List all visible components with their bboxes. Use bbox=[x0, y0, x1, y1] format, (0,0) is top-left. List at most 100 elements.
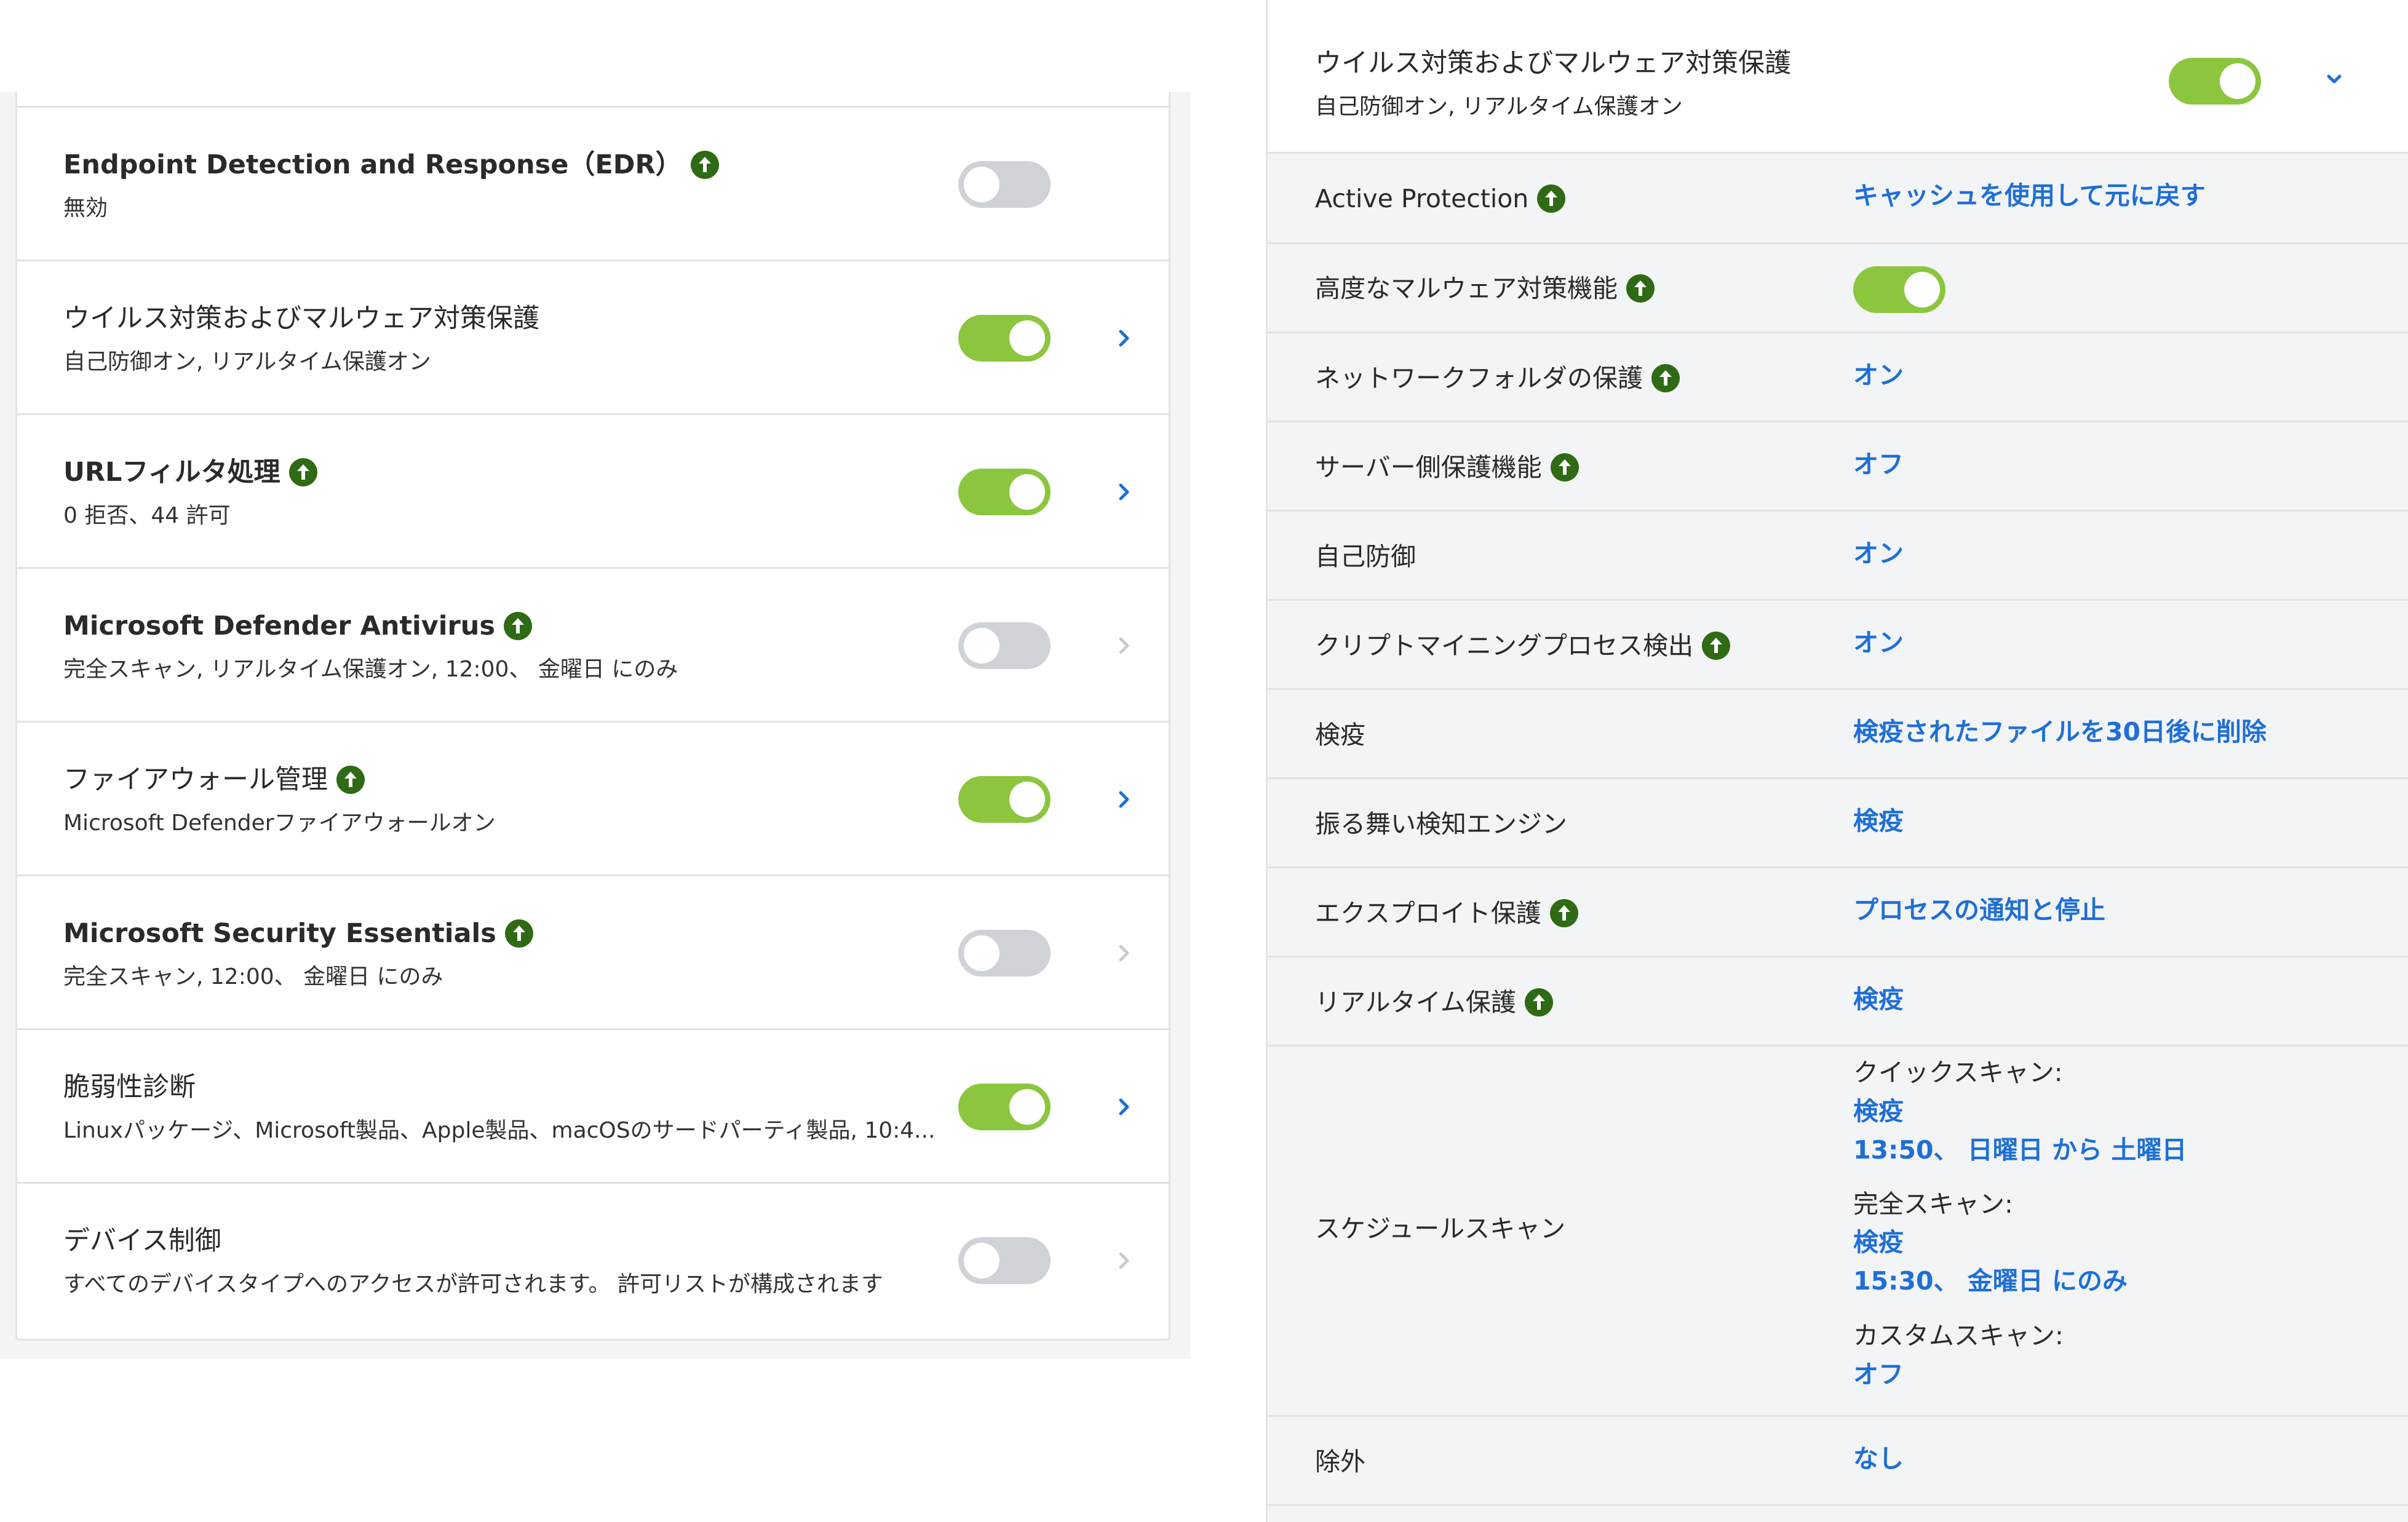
security-essentials-toggle[interactable] bbox=[958, 930, 1051, 977]
upgrade-arrow-icon bbox=[1524, 988, 1553, 1017]
quick-scan-time[interactable]: 13:50、 日曜日 から 土曜日 bbox=[1853, 1133, 2187, 1167]
full-scan-time[interactable]: 15:30、 金曜日 にのみ bbox=[1853, 1264, 2128, 1298]
server-side-value[interactable]: オフ bbox=[1853, 447, 1904, 482]
setting-label-text: 高度なマルウェア対策機能 bbox=[1315, 274, 1618, 303]
list-item-title: Endpoint Detection and Response（EDR） bbox=[63, 148, 719, 182]
list-item-title: ウイルス対策およびマルウェア対策保護 bbox=[63, 301, 539, 336]
antivirus-toggle[interactable] bbox=[958, 315, 1051, 362]
setting-label-text: 振る舞い検知エンジン bbox=[1315, 809, 1567, 839]
setting-label-text: クリプトマイニングプロセス検出 bbox=[1315, 631, 1693, 660]
defender-antivirus-title: Microsoft Defender Antivirus bbox=[63, 611, 495, 641]
device-control-title: デバイス制御 bbox=[63, 1226, 221, 1256]
list-item-title: Microsoft Defender Antivirus bbox=[63, 609, 532, 643]
chevron-right-icon[interactable] bbox=[1114, 1092, 1136, 1122]
list-item-subtitle: 自己防御オン, リアルタイム保護オン bbox=[63, 349, 431, 375]
list-item-device-control[interactable]: デバイス制御 すべてのデバイスタイプへのアクセスが許可されます。 許可リストが構… bbox=[17, 1182, 1169, 1336]
firewall-toggle[interactable] bbox=[958, 776, 1051, 823]
setting-row-behavior-engine: 振る舞い検知エンジン 検疫 bbox=[1268, 779, 2408, 868]
setting-label: ネットワークフォルダの保護 bbox=[1315, 361, 1680, 395]
detail-header[interactable]: ウイルス対策およびマルウェア対策保護 自己防御オン, リアルタイム保護オン bbox=[1268, 0, 2408, 154]
self-protection-value[interactable]: オン bbox=[1853, 536, 1904, 571]
setting-label-text: 自己防御 bbox=[1315, 542, 1416, 571]
setting-row-self-protection: 自己防御 オン bbox=[1268, 512, 2408, 601]
list-item-edr[interactable]: Endpoint Detection and Response（EDR） 無効 bbox=[17, 106, 1169, 260]
realtime-protection-value[interactable]: 検疫 bbox=[1853, 982, 1904, 1017]
advanced-antimalware-toggle[interactable] bbox=[1853, 266, 1945, 313]
setting-label: 高度なマルウェア対策機能 bbox=[1315, 271, 1655, 306]
quarantine-value[interactable]: 検疫されたファイルを30日後に削除 bbox=[1853, 715, 2267, 749]
defender-antivirus-toggle[interactable] bbox=[958, 622, 1051, 669]
upgrade-arrow-icon bbox=[690, 151, 719, 179]
setting-row-scheduled-scan: スケジュールスキャン クイックスキャン: 検疫 13:50、 日曜日 から 土曜… bbox=[1268, 1047, 2408, 1417]
setting-row-active-protection: Active Protection キャッシュを使用して元に戻す bbox=[1268, 154, 2408, 244]
setting-label: 振る舞い検知エンジン bbox=[1315, 807, 1567, 841]
upgrade-arrow-icon bbox=[1626, 274, 1655, 303]
vulnerability-toggle[interactable] bbox=[958, 1084, 1051, 1130]
chevron-down-icon[interactable] bbox=[2321, 69, 2348, 91]
list-item-firewall[interactable]: ファイアウォール管理 Microsoft Defenderファイアウォールオン bbox=[17, 721, 1169, 874]
toggle-knob bbox=[2220, 63, 2255, 99]
toggle-knob bbox=[1904, 272, 1940, 307]
detail-title: ウイルス対策およびマルウェア対策保護 bbox=[1315, 48, 1791, 79]
upgrade-arrow-icon bbox=[1550, 453, 1579, 482]
cryptomining-value[interactable]: オン bbox=[1853, 625, 1904, 660]
url-filter-toggle[interactable] bbox=[958, 469, 1051, 515]
chevron-right-icon[interactable] bbox=[1114, 477, 1136, 507]
toggle-knob bbox=[964, 1243, 999, 1278]
chevron-right-icon[interactable] bbox=[1114, 784, 1136, 815]
chevron-right-icon[interactable] bbox=[1114, 323, 1136, 354]
setting-label-text: ネットワークフォルダの保護 bbox=[1315, 363, 1643, 393]
antivirus-detail-panel: ウイルス対策およびマルウェア対策保護 自己防御オン, リアルタイム保護オン Ac… bbox=[1266, 0, 2408, 1522]
setting-label: スケジュールスキャン bbox=[1315, 1211, 1565, 1246]
vulnerability-title: 脆弱性診断 bbox=[63, 1072, 196, 1103]
list-item-title: URLフィルタ処理 bbox=[63, 455, 317, 489]
list-item-title: 脆弱性診断 bbox=[63, 1070, 196, 1104]
setting-row-exploit-protection: エクスプロイト保護 プロセスの通知と停止 bbox=[1268, 868, 2408, 957]
list-item-vulnerability-assessment[interactable]: 脆弱性診断 Linuxパッケージ、Microsoft製品、Apple製品、mac… bbox=[17, 1028, 1169, 1182]
full-scan-action[interactable]: 検疫 bbox=[1853, 1225, 1904, 1259]
detail-toggle[interactable] bbox=[2169, 58, 2261, 105]
toggle-knob bbox=[1009, 474, 1045, 510]
list-item-url-filter[interactable]: URLフィルタ処理 0 拒否、44 許可 bbox=[17, 413, 1169, 567]
chevron-right-icon bbox=[1119, 637, 1129, 654]
setting-label: エクスプロイト保護 bbox=[1315, 896, 1578, 930]
list-item-security-essentials[interactable]: Microsoft Security Essentials 完全スキャン, 12… bbox=[17, 874, 1169, 1028]
setting-row-cryptomining: クリプトマイニングプロセス検出 オン bbox=[1268, 601, 2408, 690]
network-folder-value[interactable]: オン bbox=[1853, 358, 1904, 392]
setting-label: 自己防御 bbox=[1315, 539, 1416, 574]
setting-row-advanced-antimalware: 高度なマルウェア対策機能 bbox=[1268, 244, 2408, 333]
device-control-toggle[interactable] bbox=[958, 1237, 1051, 1284]
list-item-antivirus[interactable]: ウイルス対策およびマルウェア対策保護 自己防御オン, リアルタイム保護オン bbox=[17, 260, 1169, 413]
upgrade-arrow-icon bbox=[336, 766, 365, 794]
list-item-subtitle: 無効 bbox=[63, 196, 108, 221]
setting-row-exclusions: 除外 なし bbox=[1268, 1417, 2408, 1506]
behavior-engine-value[interactable]: 検疫 bbox=[1853, 804, 1904, 838]
custom-scan-value[interactable]: オフ bbox=[1853, 1357, 1904, 1392]
url-filter-title: URLフィルタ処理 bbox=[63, 457, 280, 488]
upgrade-arrow-icon bbox=[288, 458, 317, 486]
quick-scan-action[interactable]: 検疫 bbox=[1853, 1094, 1904, 1128]
active-protection-value[interactable]: キャッシュを使用して元に戻す bbox=[1853, 178, 2206, 213]
feature-list-card: Endpoint Detection and Response（EDR） 無効 … bbox=[15, 92, 1170, 1341]
feature-list-panel: Endpoint Detection and Response（EDR） 無効 … bbox=[0, 92, 1190, 1359]
setting-label: サーバー側保護機能 bbox=[1315, 450, 1579, 485]
setting-label: リアルタイム保護 bbox=[1315, 985, 1553, 1020]
exclusions-value[interactable]: なし bbox=[1853, 1441, 1904, 1476]
setting-row-quarantine: 検疫 検疫されたファイルを30日後に削除 bbox=[1268, 690, 2408, 779]
toggle-knob bbox=[964, 628, 999, 664]
setting-label-text: スケジュールスキャン bbox=[1315, 1214, 1566, 1243]
exploit-protection-value[interactable]: プロセスの通知と停止 bbox=[1853, 893, 2105, 927]
list-item-subtitle: すべてのデバイスタイプへのアクセスが許可されます。 許可リストが構成されます bbox=[63, 1272, 884, 1297]
toggle-knob bbox=[964, 935, 999, 971]
upgrade-arrow-icon bbox=[1549, 899, 1578, 927]
list-item-title: ファイアウォール管理 bbox=[63, 763, 365, 797]
edr-toggle[interactable] bbox=[958, 161, 1051, 208]
detail-subtitle: 自己防御オン, リアルタイム保護オン bbox=[1315, 94, 1683, 119]
toggle-knob bbox=[964, 167, 999, 202]
list-item-title: Microsoft Security Essentials bbox=[63, 916, 533, 951]
antivirus-title: ウイルス対策およびマルウェア対策保護 bbox=[63, 303, 539, 334]
list-item-defender-antivirus[interactable]: Microsoft Defender Antivirus 完全スキャン, リアル… bbox=[17, 567, 1169, 721]
toggle-knob bbox=[1009, 320, 1045, 356]
setting-label-text: エクスプロイト保護 bbox=[1315, 898, 1541, 928]
setting-label-text: リアルタイム保護 bbox=[1315, 988, 1516, 1017]
